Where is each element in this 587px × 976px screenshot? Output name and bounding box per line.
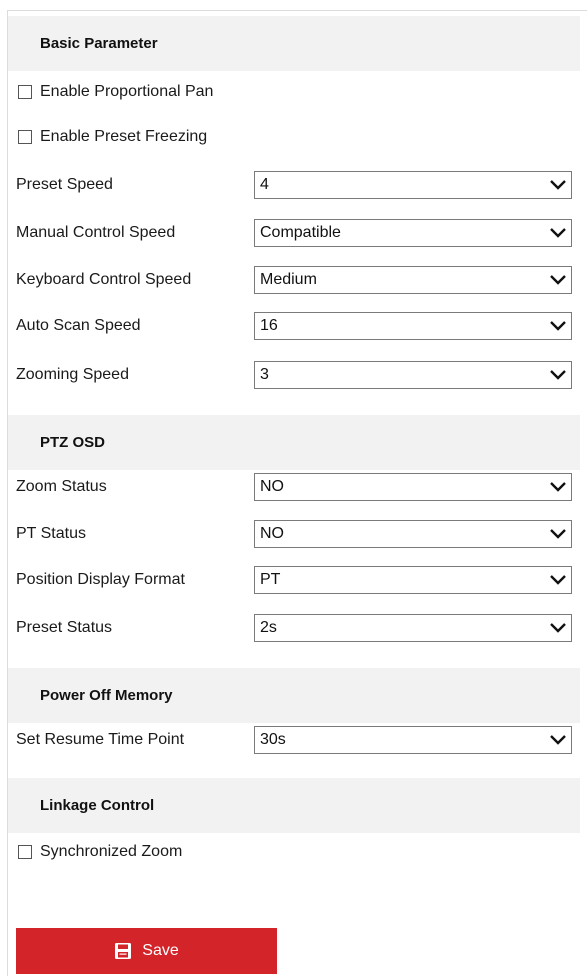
chevron-down-icon [550,735,566,745]
chevron-down-icon [550,482,566,492]
pt-status-row: PT Status NO [16,518,572,550]
select-value: 3 [260,366,269,383]
checkbox-box[interactable] [18,85,32,99]
select-value: NO [260,478,284,495]
auto-scan-speed-label: Auto Scan Speed [16,317,141,334]
preset-status-select[interactable]: 2s [254,614,572,642]
enable-preset-freezing-checkbox[interactable]: Enable Preset Freezing [18,125,207,149]
chevron-down-icon [550,275,566,285]
save-button-label: Save [142,942,179,959]
position-display-format-label: Position Display Format [16,571,185,588]
preset-speed-select[interactable]: 4 [254,171,572,199]
keyboard-control-speed-label: Keyboard Control Speed [16,271,192,288]
chevron-down-icon [550,321,566,331]
chevron-down-icon [550,529,566,539]
section-header-power-off-memory: Power Off Memory [8,668,580,723]
chevron-down-icon [550,623,566,633]
section-title: PTZ OSD [40,434,106,451]
zoom-status-row: Zoom Status NO [16,471,572,503]
select-value: 2s [260,619,277,636]
select-value: 4 [260,176,269,193]
preset-status-row: Preset Status 2s [16,612,572,644]
select-value: Compatible [260,224,341,241]
chevron-down-icon [550,228,566,238]
preset-speed-label: Preset Speed [16,176,113,193]
preset-speed-row: Preset Speed 4 [16,169,572,201]
select-value: Medium [260,271,317,288]
manual-control-speed-row: Manual Control Speed Compatible [16,217,572,249]
section-title: Power Off Memory [40,687,173,704]
chevron-down-icon [550,370,566,380]
section-title: Linkage Control [40,797,155,814]
section-header-ptz-osd: PTZ OSD [8,415,580,470]
position-display-format-row: Position Display Format PT [16,564,572,596]
checkbox-box[interactable] [18,130,32,144]
pt-status-select[interactable]: NO [254,520,572,548]
auto-scan-speed-select[interactable]: 16 [254,312,572,340]
manual-control-speed-select[interactable]: Compatible [254,219,572,247]
resume-time-point-select[interactable]: 30s [254,726,572,754]
save-icon [115,943,132,959]
zoom-status-label: Zoom Status [16,478,107,495]
select-value: 16 [260,317,278,334]
zooming-speed-select[interactable]: 3 [254,361,572,389]
select-value: PT [260,571,281,588]
resume-time-point-row: Set Resume Time Point 30s [16,724,572,756]
select-value: 30s [260,731,286,748]
chevron-down-icon [550,575,566,585]
save-button[interactable]: Save [16,928,277,974]
section-header-basic-parameter: Basic Parameter [8,16,580,71]
manual-control-speed-label: Manual Control Speed [16,224,176,241]
enable-proportional-pan-checkbox[interactable]: Enable Proportional Pan [18,80,213,104]
synchronized-zoom-checkbox[interactable]: Synchronized Zoom [18,840,182,864]
keyboard-control-speed-row: Keyboard Control Speed Medium [16,264,572,296]
checkbox-label: Synchronized Zoom [40,843,183,860]
position-display-format-select[interactable]: PT [254,566,572,594]
section-title: Basic Parameter [40,35,158,52]
section-header-linkage-control: Linkage Control [8,778,580,833]
zooming-speed-label: Zooming Speed [16,366,129,383]
preset-status-label: Preset Status [16,619,113,636]
checkbox-label: Enable Preset Freezing [40,128,208,145]
keyboard-control-speed-select[interactable]: Medium [254,266,572,294]
select-value: NO [260,525,284,542]
zoom-status-select[interactable]: NO [254,473,572,501]
chevron-down-icon [550,180,566,190]
auto-scan-speed-row: Auto Scan Speed 16 [16,310,572,342]
resume-time-point-label: Set Resume Time Point [16,731,185,748]
checkbox-box[interactable] [18,845,32,859]
pt-status-label: PT Status [16,525,86,542]
checkbox-label: Enable Proportional Pan [40,83,214,100]
zooming-speed-row: Zooming Speed 3 [16,359,572,391]
